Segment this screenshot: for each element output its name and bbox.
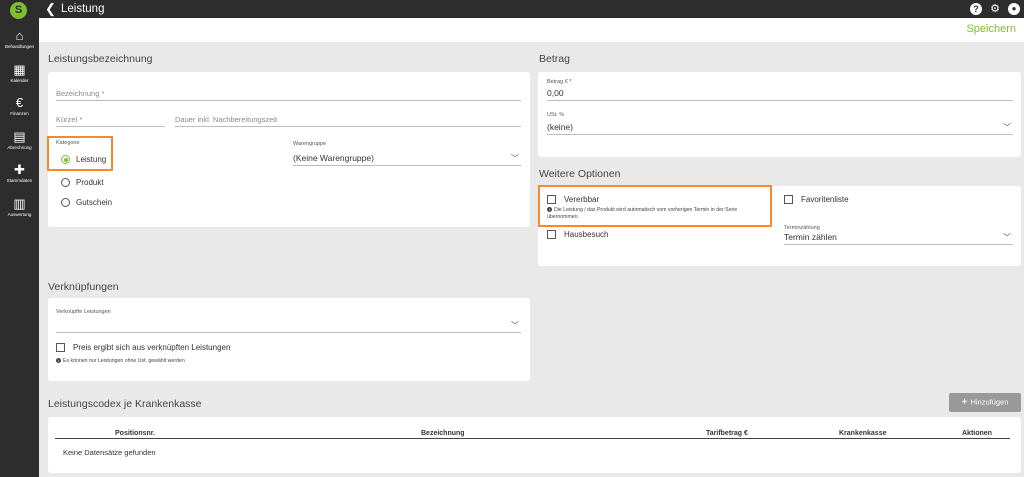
column-header-aktionen: Aktionen <box>962 430 992 437</box>
checkbox-icon <box>56 343 65 352</box>
euro-icon: € <box>15 95 24 110</box>
chevron-down-icon: ﹀ <box>511 321 519 330</box>
info-icon: i <box>56 358 61 364</box>
checkbox-icon <box>547 230 556 239</box>
radio-produkt[interactable]: Produkt <box>61 178 104 187</box>
checkbox-label: Favoritenliste <box>801 195 849 204</box>
warengruppe-value: (Keine Warengruppe) <box>293 153 374 163</box>
section-title-leistungsbezeichnung: Leistungsbezeichnung <box>48 53 153 65</box>
gear-icon[interactable]: ⚙ <box>989 3 1001 15</box>
dauer-field[interactable]: Dauer inkl. Nachbereitungszeit <box>175 112 521 127</box>
vererbbar-checkbox[interactable]: Vererbbar <box>547 195 599 204</box>
verknuepfte-leistungen-select[interactable]: Verknüpfte Leistungen ﹀ <box>56 309 521 333</box>
sidebar-item-auswertung[interactable]: ▥ Auswertung <box>0 197 39 218</box>
ust-value: (keine) <box>547 122 573 132</box>
warengruppe-label: Warengruppe <box>293 141 327 147</box>
ust-select[interactable]: USt. % (keine) ﹀ <box>547 112 1013 135</box>
preis-checkbox[interactable]: Preis ergibt sich aus verknüpften Leistu… <box>56 343 230 352</box>
user-icon[interactable]: ● <box>1008 3 1020 15</box>
sidebar-item-stammdaten[interactable]: ✚ Stammdaten <box>0 163 39 184</box>
save-button[interactable]: Speichern <box>966 23 1016 35</box>
checkbox-label: Vererbbar <box>564 195 600 204</box>
kuerzel-placeholder: Kürzel * <box>56 115 83 124</box>
sidebar-item-label: Auswertung <box>7 212 32 217</box>
sidebar-item-behandlungen[interactable]: ⌂ Behandlungen <box>0 29 39 50</box>
checkbox-icon <box>784 195 793 204</box>
radio-label: Leistung <box>76 155 107 164</box>
verknuepfte-label: Verknüpfte Leistungen <box>56 309 111 315</box>
terminzaehlung-label: Terminzählung <box>784 225 820 231</box>
terminzaehlung-select[interactable]: Terminzählung Termin zählen ﹀ <box>784 225 1013 245</box>
chevron-left-icon[interactable]: ❮ <box>45 0 56 17</box>
radio-gutschein[interactable]: Gutschein <box>61 198 112 207</box>
section-title-verknuepfungen: Verknüpfungen <box>48 281 119 293</box>
checkbox-icon <box>547 195 556 204</box>
action-bar: Speichern <box>39 18 1024 42</box>
sidebar-item-label: Kalender <box>10 78 29 83</box>
help-icon[interactable]: ? <box>970 3 982 15</box>
radio-leistung[interactable]: Leistung <box>61 155 106 164</box>
section-title-weitere-optionen: Weitere Optionen <box>539 168 621 180</box>
calendar-icon: ▦ <box>13 62 26 77</box>
column-header-krankenkasse[interactable]: Krankenkasse <box>839 430 886 437</box>
leistungscodex-card <box>48 417 1021 473</box>
bezeichnung-field[interactable]: Bezeichnung * <box>56 86 521 101</box>
betrag-value: 0,00 <box>547 88 564 98</box>
sidebar-item-finanzen[interactable]: € Finanzen <box>0 96 39 117</box>
radio-label: Gutschein <box>76 198 113 207</box>
checkbox-label: Preis ergibt sich aus verknüpften Leistu… <box>73 343 231 352</box>
hausbesuch-checkbox[interactable]: Hausbesuch <box>547 230 608 239</box>
checkbox-label: Hausbesuch <box>564 230 609 239</box>
plus-icon: + <box>961 397 968 408</box>
column-header-tarifbetrag[interactable]: Tarifbetrag € <box>706 430 748 437</box>
note-text: Die Leistung / das Produkt wird automati… <box>547 207 738 220</box>
terminzaehlung-value: Termin zählen <box>784 232 837 242</box>
vererbbar-note: i Die Leistung / das Produkt wird automat… <box>547 207 769 220</box>
sidebar-item-label: Abrechnung <box>7 145 32 150</box>
document-icon: ▤ <box>13 129 26 144</box>
add-button[interactable]: + Hinzufügen <box>949 393 1021 412</box>
add-button-label: Hinzufügen <box>970 397 1009 407</box>
page-title: Leistung <box>61 3 105 15</box>
section-title-betrag: Betrag <box>539 53 570 65</box>
bezeichnung-placeholder: Bezeichnung * <box>56 89 105 98</box>
radio-empty-icon <box>61 178 70 187</box>
kategorie-label: Kategorie <box>56 140 80 146</box>
verknuepfungen-note: i Es können nur Leistungen ohne Ust. gewä… <box>56 358 185 365</box>
favoritenliste-checkbox[interactable]: Favoritenliste <box>784 195 849 204</box>
radio-label: Produkt <box>76 178 104 187</box>
home-icon: ⌂ <box>15 28 24 43</box>
bar-chart-icon: ▥ <box>13 196 26 211</box>
section-title-leistungscodex: Leistungscodex je Krankenkasse <box>48 398 202 410</box>
chevron-down-icon: ﹀ <box>1003 233 1011 242</box>
dauer-placeholder: Dauer inkl. Nachbereitungszeit <box>175 115 278 124</box>
top-bar: ❮ Leistung ? ⚙ ● <box>39 0 1024 18</box>
sidebar-item-label: Finanzen <box>10 111 29 116</box>
column-header-bezeichnung[interactable]: Bezeichnung <box>421 430 465 437</box>
table-header-divider <box>55 438 1010 439</box>
sidebar-item-label: Behandlungen <box>4 44 35 49</box>
warengruppe-select[interactable]: Warengruppe (Keine Warengruppe) ﹀ <box>293 141 521 166</box>
chevron-down-icon: ﹀ <box>511 154 519 163</box>
app-logo[interactable]: S <box>10 2 27 19</box>
betrag-label: Betrag € * <box>547 79 572 85</box>
sidebar-item-kalender[interactable]: ▦ Kalender <box>0 63 39 84</box>
chevron-down-icon: ﹀ <box>1003 123 1011 132</box>
vererbbar-highlight <box>538 185 772 227</box>
info-icon: i <box>547 207 552 213</box>
sidebar-item-label: Stammdaten <box>6 178 33 183</box>
empty-table-message: Keine Datensätze gefunden <box>63 448 156 457</box>
kuerzel-field[interactable]: Kürzel * <box>56 112 165 127</box>
puzzle-icon: ✚ <box>14 162 25 177</box>
betrag-field[interactable]: Betrag € * 0,00 <box>547 79 1013 101</box>
column-header-positionsnr[interactable]: Positionsnr. <box>115 430 155 437</box>
ust-label: USt. % <box>547 112 565 118</box>
radio-selected-icon <box>61 155 70 164</box>
sidebar: S ⌂ Behandlungen ▦ Kalender € Finanzen ▤… <box>0 0 39 477</box>
sidebar-item-abrechnung[interactable]: ▤ Abrechnung <box>0 130 39 151</box>
radio-empty-icon <box>61 198 70 207</box>
note-text: Es können nur Leistungen ohne Ust. gewäh… <box>63 358 185 364</box>
